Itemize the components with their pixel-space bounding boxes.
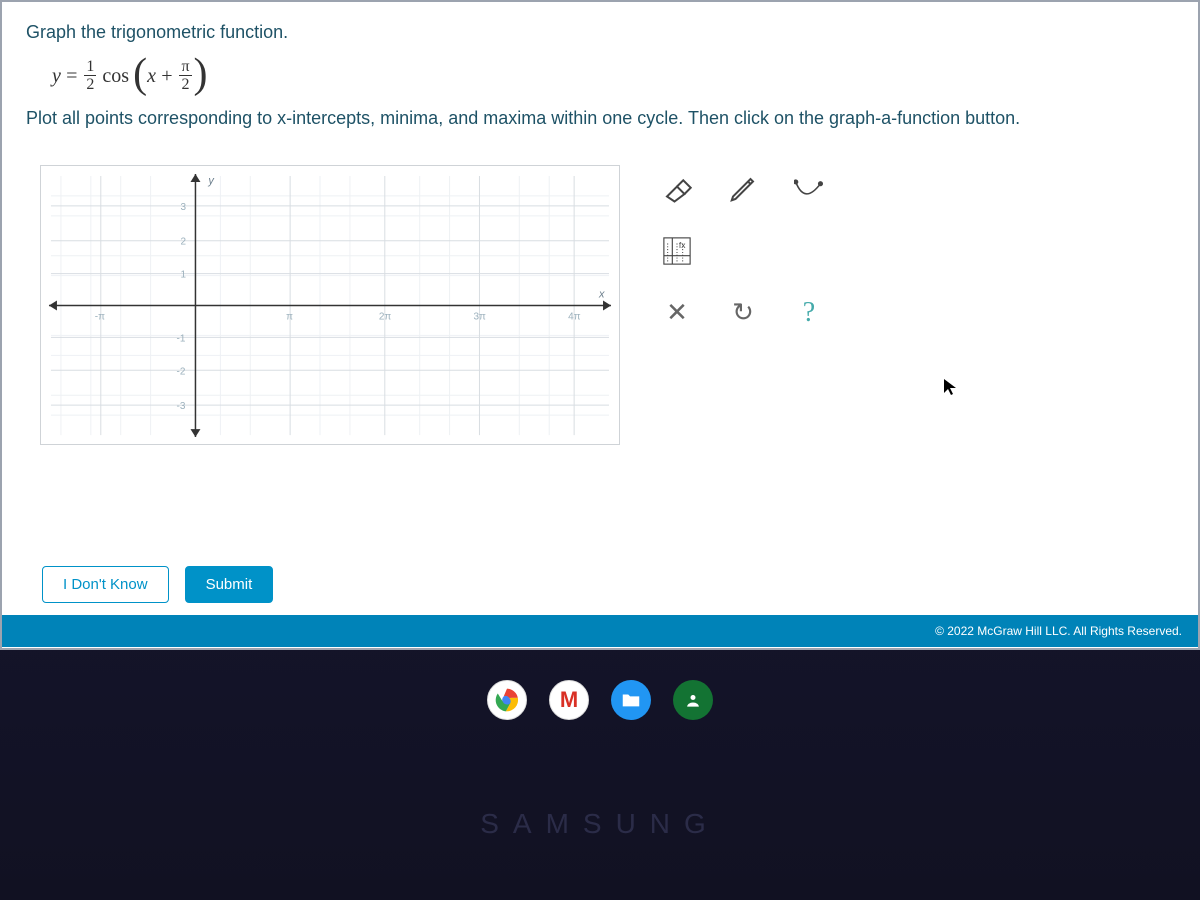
curve-tool[interactable] (788, 168, 830, 210)
device-brand: SAMSUNG (480, 808, 720, 840)
y-tick: 3 (181, 201, 187, 212)
eq-coef-num: 1 (84, 59, 96, 76)
copyright-text: © 2022 McGraw Hill LLC. All Rights Reser… (935, 624, 1182, 638)
svg-text:fx: fx (679, 240, 686, 250)
x-tick: 4π (568, 311, 581, 322)
y-tick: -1 (177, 333, 186, 344)
eq-plus: + (160, 65, 174, 88)
graph-function-button[interactable]: fx (656, 230, 698, 272)
eq-inner-var: x (147, 65, 156, 88)
eq-shift-fraction: π 2 (179, 59, 191, 94)
gmail-app-icon[interactable]: M (549, 680, 589, 720)
x-axis-arrow-l (49, 300, 57, 310)
action-buttons: I Don't Know Submit (2, 560, 1198, 603)
cursor-icon (942, 377, 958, 397)
y-tick: 2 (181, 236, 187, 247)
copyright-bar: © 2022 McGraw Hill LLC. All Rights Reser… (2, 615, 1198, 647)
y-axis-arrow-d (190, 429, 200, 437)
content-area: Graph the trigonometric function. y = 1 … (2, 2, 1198, 455)
tool-palette: fx ✕ ↻ ? (656, 165, 830, 337)
question-instruction: Plot all points corresponding to x-inter… (26, 108, 1174, 129)
eq-shift-num: π (179, 59, 191, 76)
pen-icon (728, 174, 758, 204)
eq-coef-den: 2 (84, 76, 96, 94)
workspace: y x 3 2 1 -1 -2 -3 -π π 2π 3π 4π (26, 165, 1174, 445)
submit-button[interactable]: Submit (185, 566, 274, 603)
i-dont-know-button[interactable]: I Don't Know (42, 566, 169, 603)
y-axis-label: y (207, 175, 215, 187)
pen-tool[interactable] (722, 168, 764, 210)
y-tick: 1 (181, 269, 187, 280)
graph-canvas[interactable]: y x 3 2 1 -1 -2 -3 -π π 2π 3π 4π (40, 165, 620, 445)
y-axis-arrow-u (190, 174, 200, 182)
curve-icon (794, 174, 824, 204)
footer: I Don't Know Submit © 2022 McGraw Hill L… (2, 560, 1198, 648)
clear-button[interactable]: ✕ (656, 292, 698, 334)
x-tick: 3π (473, 311, 486, 322)
equation: y = 1 2 cos ( x + π 2 ) (52, 59, 1174, 94)
y-tick: -2 (177, 366, 186, 377)
x-tick: 2π (379, 311, 392, 322)
y-tick: -3 (177, 401, 186, 412)
help-button[interactable]: ? (788, 292, 830, 334)
eraser-tool[interactable] (656, 168, 698, 210)
eq-lhs: y (52, 65, 61, 88)
x-tick: -π (95, 311, 105, 322)
question-title: Graph the trigonometric function. (26, 22, 1174, 43)
x-tick: π (286, 311, 293, 322)
os-taskbar: M (0, 674, 1200, 726)
reset-button[interactable]: ↻ (722, 292, 764, 334)
eq-shift-den: 2 (179, 76, 191, 94)
app-window: Graph the trigonometric function. y = 1 … (0, 0, 1200, 650)
eq-rparen: ) (194, 62, 208, 87)
graph-function-icon: fx (662, 235, 692, 267)
eraser-icon (662, 174, 692, 204)
x-axis-arrow-r (603, 300, 611, 310)
eq-lparen: ( (133, 62, 147, 87)
eq-equals: = (65, 65, 79, 88)
eq-func: cos (102, 65, 129, 88)
eq-coef-fraction: 1 2 (84, 59, 96, 94)
files-app-icon[interactable] (611, 680, 651, 720)
classroom-app-icon[interactable] (673, 680, 713, 720)
x-axis-label: x (598, 288, 605, 300)
chrome-app-icon[interactable] (487, 680, 527, 720)
